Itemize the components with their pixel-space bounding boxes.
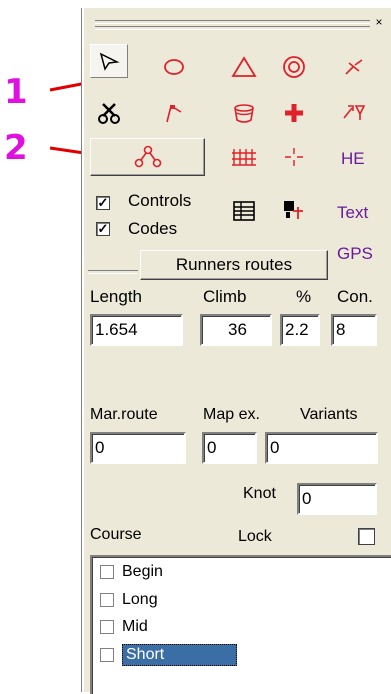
water-tool[interactable]: [225, 96, 263, 130]
first-aid-tool[interactable]: [275, 96, 313, 130]
climb-field[interactable]: 36: [200, 314, 272, 346]
he-tool[interactable]: HE: [341, 149, 365, 169]
runners-routes-button[interactable]: Runners routes: [140, 250, 328, 280]
crossing-tool[interactable]: [335, 96, 373, 130]
course-checkbox[interactable]: [100, 648, 114, 662]
length-field[interactable]: 1.654: [90, 314, 183, 346]
thin-cross-icon: [285, 148, 303, 166]
variants-label: Variants: [300, 406, 358, 423]
lock-checkbox[interactable]: [358, 528, 375, 545]
cross-point-tool[interactable]: [275, 140, 313, 174]
gps-tool[interactable]: GPS: [337, 244, 373, 264]
list-item[interactable]: Long: [100, 588, 158, 612]
line-break-tool[interactable]: [335, 50, 373, 84]
course-list[interactable]: Begin Long Mid Short: [90, 555, 391, 694]
variants-field[interactable]: 0: [265, 432, 378, 464]
scissors-icon: [98, 103, 120, 124]
marroute-field[interactable]: 0: [90, 432, 186, 464]
course-route-button[interactable]: [90, 138, 205, 176]
select-tool[interactable]: [90, 44, 128, 78]
crossing-point-icon: [343, 105, 366, 120]
codes-checkbox[interactable]: ✓: [96, 222, 110, 236]
add-object-icon: [284, 201, 303, 219]
table-icon: [233, 201, 255, 221]
flag-tool[interactable]: [155, 96, 193, 130]
scissors-tool[interactable]: [90, 96, 128, 130]
percent-label: %: [296, 287, 312, 306]
knot-field[interactable]: 0: [297, 483, 377, 515]
flag-icon: [166, 104, 182, 123]
start-triangle-tool[interactable]: [225, 50, 263, 84]
triangle-icon: [231, 56, 257, 77]
close-button[interactable]: ×: [372, 16, 386, 30]
course-checkbox[interactable]: [100, 565, 114, 579]
description-table-tool[interactable]: [225, 194, 263, 228]
plus-icon: [285, 104, 303, 122]
mapex-field[interactable]: 0: [202, 432, 257, 464]
line-break-icon: [345, 59, 363, 75]
finish-tool[interactable]: [275, 50, 313, 84]
controls-checkbox[interactable]: ✓: [96, 196, 110, 210]
codes-label: Codes: [128, 219, 178, 238]
pointer-arrow-icon: [99, 52, 120, 71]
con-field[interactable]: 8: [331, 314, 377, 346]
circle-icon: [164, 59, 184, 75]
forbidden-route-icon: [232, 149, 256, 166]
add-object-tool[interactable]: [275, 194, 313, 228]
climb-label: Climb: [203, 287, 247, 306]
controls-label: Controls: [128, 191, 192, 210]
double-circle-icon: [283, 56, 305, 78]
route-nodes-icon: [134, 145, 161, 168]
cup-icon: [234, 104, 254, 123]
text-tool[interactable]: Text: [337, 203, 368, 223]
marroute-label: Mar.route: [90, 406, 158, 423]
percent-field[interactable]: 2.2: [280, 314, 320, 346]
con-label: Con.: [337, 287, 373, 306]
control-circle-tool[interactable]: [155, 50, 193, 84]
course-label: Course: [90, 526, 142, 543]
separator: [88, 270, 138, 274]
mapex-label: Map ex.: [203, 406, 260, 423]
list-item[interactable]: Begin: [100, 560, 163, 584]
lock-label: Lock: [238, 528, 272, 545]
forbidden-route-tool[interactable]: [225, 140, 263, 174]
course-checkbox[interactable]: [100, 593, 114, 607]
list-item-selected[interactable]: Short: [100, 643, 238, 667]
list-item[interactable]: Mid: [100, 615, 148, 639]
knot-label: Knot: [243, 485, 276, 502]
course-checkbox[interactable]: [100, 620, 114, 634]
length-label: Length: [90, 287, 142, 306]
panel-title-grip[interactable]: [95, 20, 370, 31]
